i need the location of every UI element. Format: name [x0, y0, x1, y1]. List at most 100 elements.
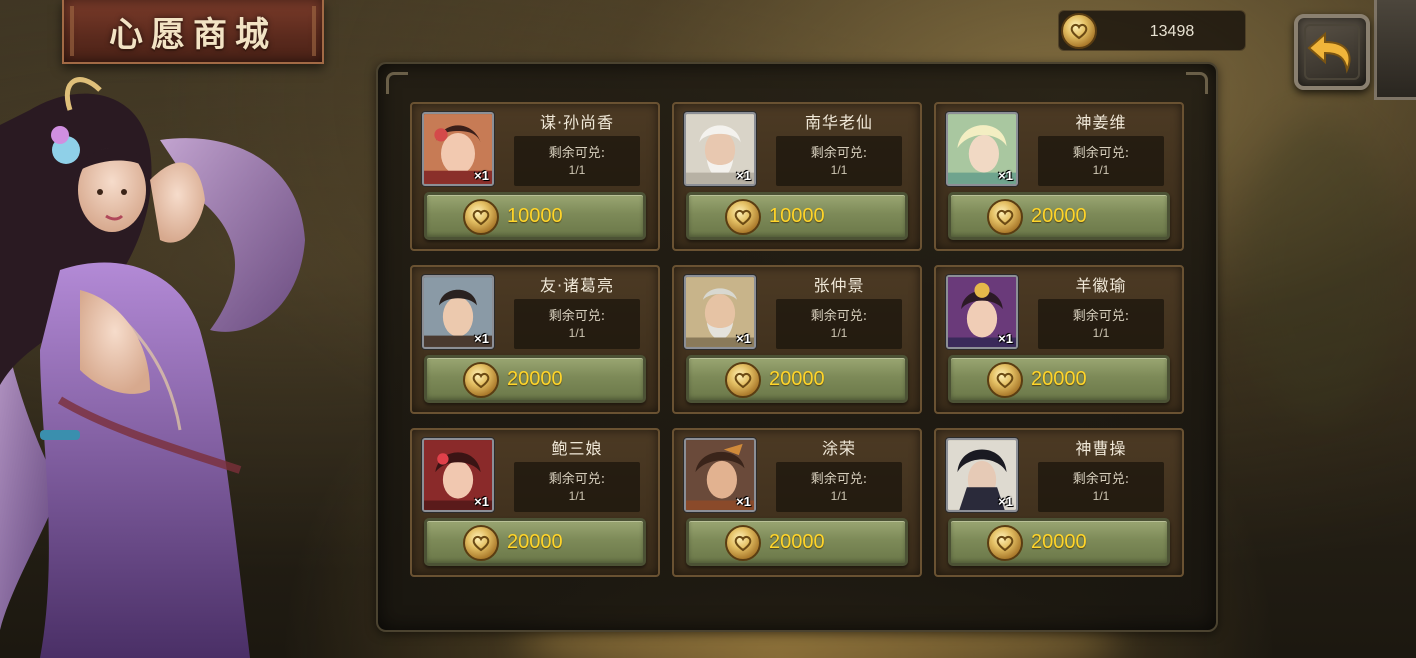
gold-coin-icon — [725, 199, 761, 235]
stock-label: 剩余可兑: — [810, 472, 868, 487]
item-info: 神曹操 剩余可兑: 1/1 — [1038, 438, 1164, 512]
gold-coin-icon — [987, 362, 1023, 398]
quantity-badge: ×1 — [736, 494, 751, 509]
hero-portrait[interactable]: ×1 — [422, 438, 494, 512]
price-value: 20000 — [507, 368, 563, 390]
item-info: 羊徽瑜 剩余可兑: 1/1 — [1038, 275, 1164, 349]
price-value: 20000 — [1031, 531, 1087, 553]
price-value: 20000 — [769, 368, 825, 390]
stock-info: 剩余可兑: 1/1 — [776, 462, 902, 512]
buy-button[interactable]: 20000 — [948, 518, 1170, 566]
buy-button[interactable]: 20000 — [686, 518, 908, 566]
stock-info: 剩余可兑: 1/1 — [1038, 462, 1164, 512]
stock-value: 1/1 — [568, 489, 586, 503]
hero-name: 谋·孙尚香 — [539, 113, 615, 132]
buy-button[interactable]: 20000 — [948, 355, 1170, 403]
panel-corner-ornament — [386, 72, 408, 94]
shop-item-card: ×1 神曹操 剩余可兑: 1/1 20000 — [934, 428, 1184, 577]
hero-portrait[interactable]: ×1 — [946, 112, 1018, 186]
hero-portrait[interactable]: ×1 — [422, 275, 494, 349]
stock-info: 剩余可兑: 1/1 — [514, 299, 640, 349]
shop-item-card: ×1 羊徽瑜 剩余可兑: 1/1 20000 — [934, 265, 1184, 414]
gold-coin-icon — [463, 525, 499, 561]
stock-value: 1/1 — [830, 489, 848, 503]
currency-display: 13498 — [1058, 10, 1246, 51]
shop-title-banner: 心愿商城 — [62, 0, 324, 64]
shop-item-card: ×1 张仲景 剩余可兑: 1/1 20000 — [672, 265, 922, 414]
stock-value: 1/1 — [1092, 326, 1110, 340]
buy-button[interactable]: 20000 — [424, 355, 646, 403]
hero-portrait[interactable]: ×1 — [684, 438, 756, 512]
background-glow — [1240, 120, 1400, 420]
frame-ornament — [1374, 0, 1416, 100]
item-info: 谋·孙尚香 剩余可兑: 1/1 — [514, 112, 640, 186]
shop-item-card: ×1 友·诸葛亮 剩余可兑: 1/1 20000 — [410, 265, 660, 414]
quantity-badge: ×1 — [474, 331, 489, 346]
price-value: 20000 — [1031, 205, 1087, 227]
stock-value: 1/1 — [830, 163, 848, 177]
stock-label: 剩余可兑: — [548, 146, 606, 161]
buy-button[interactable]: 20000 — [948, 192, 1170, 240]
stock-label: 剩余可兑: — [548, 309, 606, 324]
quantity-badge: ×1 — [736, 168, 751, 183]
buy-button[interactable]: 20000 — [686, 355, 908, 403]
hero-portrait[interactable]: ×1 — [684, 275, 756, 349]
gold-coin-icon — [725, 362, 761, 398]
gold-coin-icon — [987, 525, 1023, 561]
panel-corner-ornament — [1186, 72, 1208, 94]
buy-button[interactable]: 10000 — [424, 192, 646, 240]
gold-coin-icon — [725, 525, 761, 561]
shop-item-card: ×1 南华老仙 剩余可兑: 1/1 10000 — [672, 102, 922, 251]
stock-info: 剩余可兑: 1/1 — [776, 299, 902, 349]
stock-info: 剩余可兑: 1/1 — [1038, 299, 1164, 349]
hero-name: 南华老仙 — [804, 113, 873, 132]
price-value: 10000 — [769, 205, 825, 227]
price-value: 20000 — [1031, 368, 1087, 390]
stock-value: 1/1 — [830, 326, 848, 340]
hero-name: 神曹操 — [1075, 439, 1127, 458]
stock-label: 剩余可兑: — [1072, 472, 1130, 487]
hero-portrait[interactable]: ×1 — [946, 275, 1018, 349]
hero-portrait[interactable]: ×1 — [946, 438, 1018, 512]
heroine-character-art — [0, 70, 320, 658]
shop-item-card: ×1 鲍三娘 剩余可兑: 1/1 20000 — [410, 428, 660, 577]
hero-name: 涂荣 — [821, 439, 856, 458]
hero-name: 神姜维 — [1075, 113, 1127, 132]
gold-coin-icon — [463, 199, 499, 235]
stock-value: 1/1 — [1092, 163, 1110, 177]
stock-value: 1/1 — [568, 163, 586, 177]
hero-portrait[interactable]: ×1 — [684, 112, 756, 186]
item-info: 友·诸葛亮 剩余可兑: 1/1 — [514, 275, 640, 349]
quantity-badge: ×1 — [998, 168, 1013, 183]
quantity-badge: ×1 — [474, 168, 489, 183]
item-info: 涂荣 剩余可兑: 1/1 — [776, 438, 902, 512]
buy-button[interactable]: 20000 — [424, 518, 646, 566]
back-arrow-icon — [1307, 31, 1351, 74]
hero-name: 鲍三娘 — [551, 439, 603, 458]
hero-portrait[interactable]: ×1 — [422, 112, 494, 186]
shop-item-card: ×1 涂荣 剩余可兑: 1/1 20000 — [672, 428, 922, 577]
hero-name: 羊徽瑜 — [1075, 276, 1127, 295]
item-info: 南华老仙 剩余可兑: 1/1 — [776, 112, 902, 186]
stock-label: 剩余可兑: — [548, 472, 606, 487]
stock-info: 剩余可兑: 1/1 — [1038, 136, 1164, 186]
quantity-badge: ×1 — [998, 494, 1013, 509]
stock-value: 1/1 — [1092, 489, 1110, 503]
price-value: 20000 — [507, 531, 563, 553]
buy-button[interactable]: 10000 — [686, 192, 908, 240]
quantity-badge: ×1 — [998, 331, 1013, 346]
shop-item-card: ×1 谋·孙尚香 剩余可兑: 1/1 10000 — [410, 102, 660, 251]
quantity-badge: ×1 — [474, 494, 489, 509]
item-info: 神姜维 剩余可兑: 1/1 — [1038, 112, 1164, 186]
hero-name: 友·诸葛亮 — [539, 276, 615, 295]
stock-info: 剩余可兑: 1/1 — [514, 462, 640, 512]
item-info: 张仲景 剩余可兑: 1/1 — [776, 275, 902, 349]
stock-info: 剩余可兑: 1/1 — [514, 136, 640, 186]
back-button[interactable] — [1282, 0, 1416, 100]
stock-info: 剩余可兑: 1/1 — [776, 136, 902, 186]
gold-coin-icon — [987, 199, 1023, 235]
price-value: 20000 — [769, 531, 825, 553]
gold-coin-icon — [463, 362, 499, 398]
currency-amount: 13498 — [1149, 23, 1195, 40]
shop-item-card: ×1 神姜维 剩余可兑: 1/1 20000 — [934, 102, 1184, 251]
